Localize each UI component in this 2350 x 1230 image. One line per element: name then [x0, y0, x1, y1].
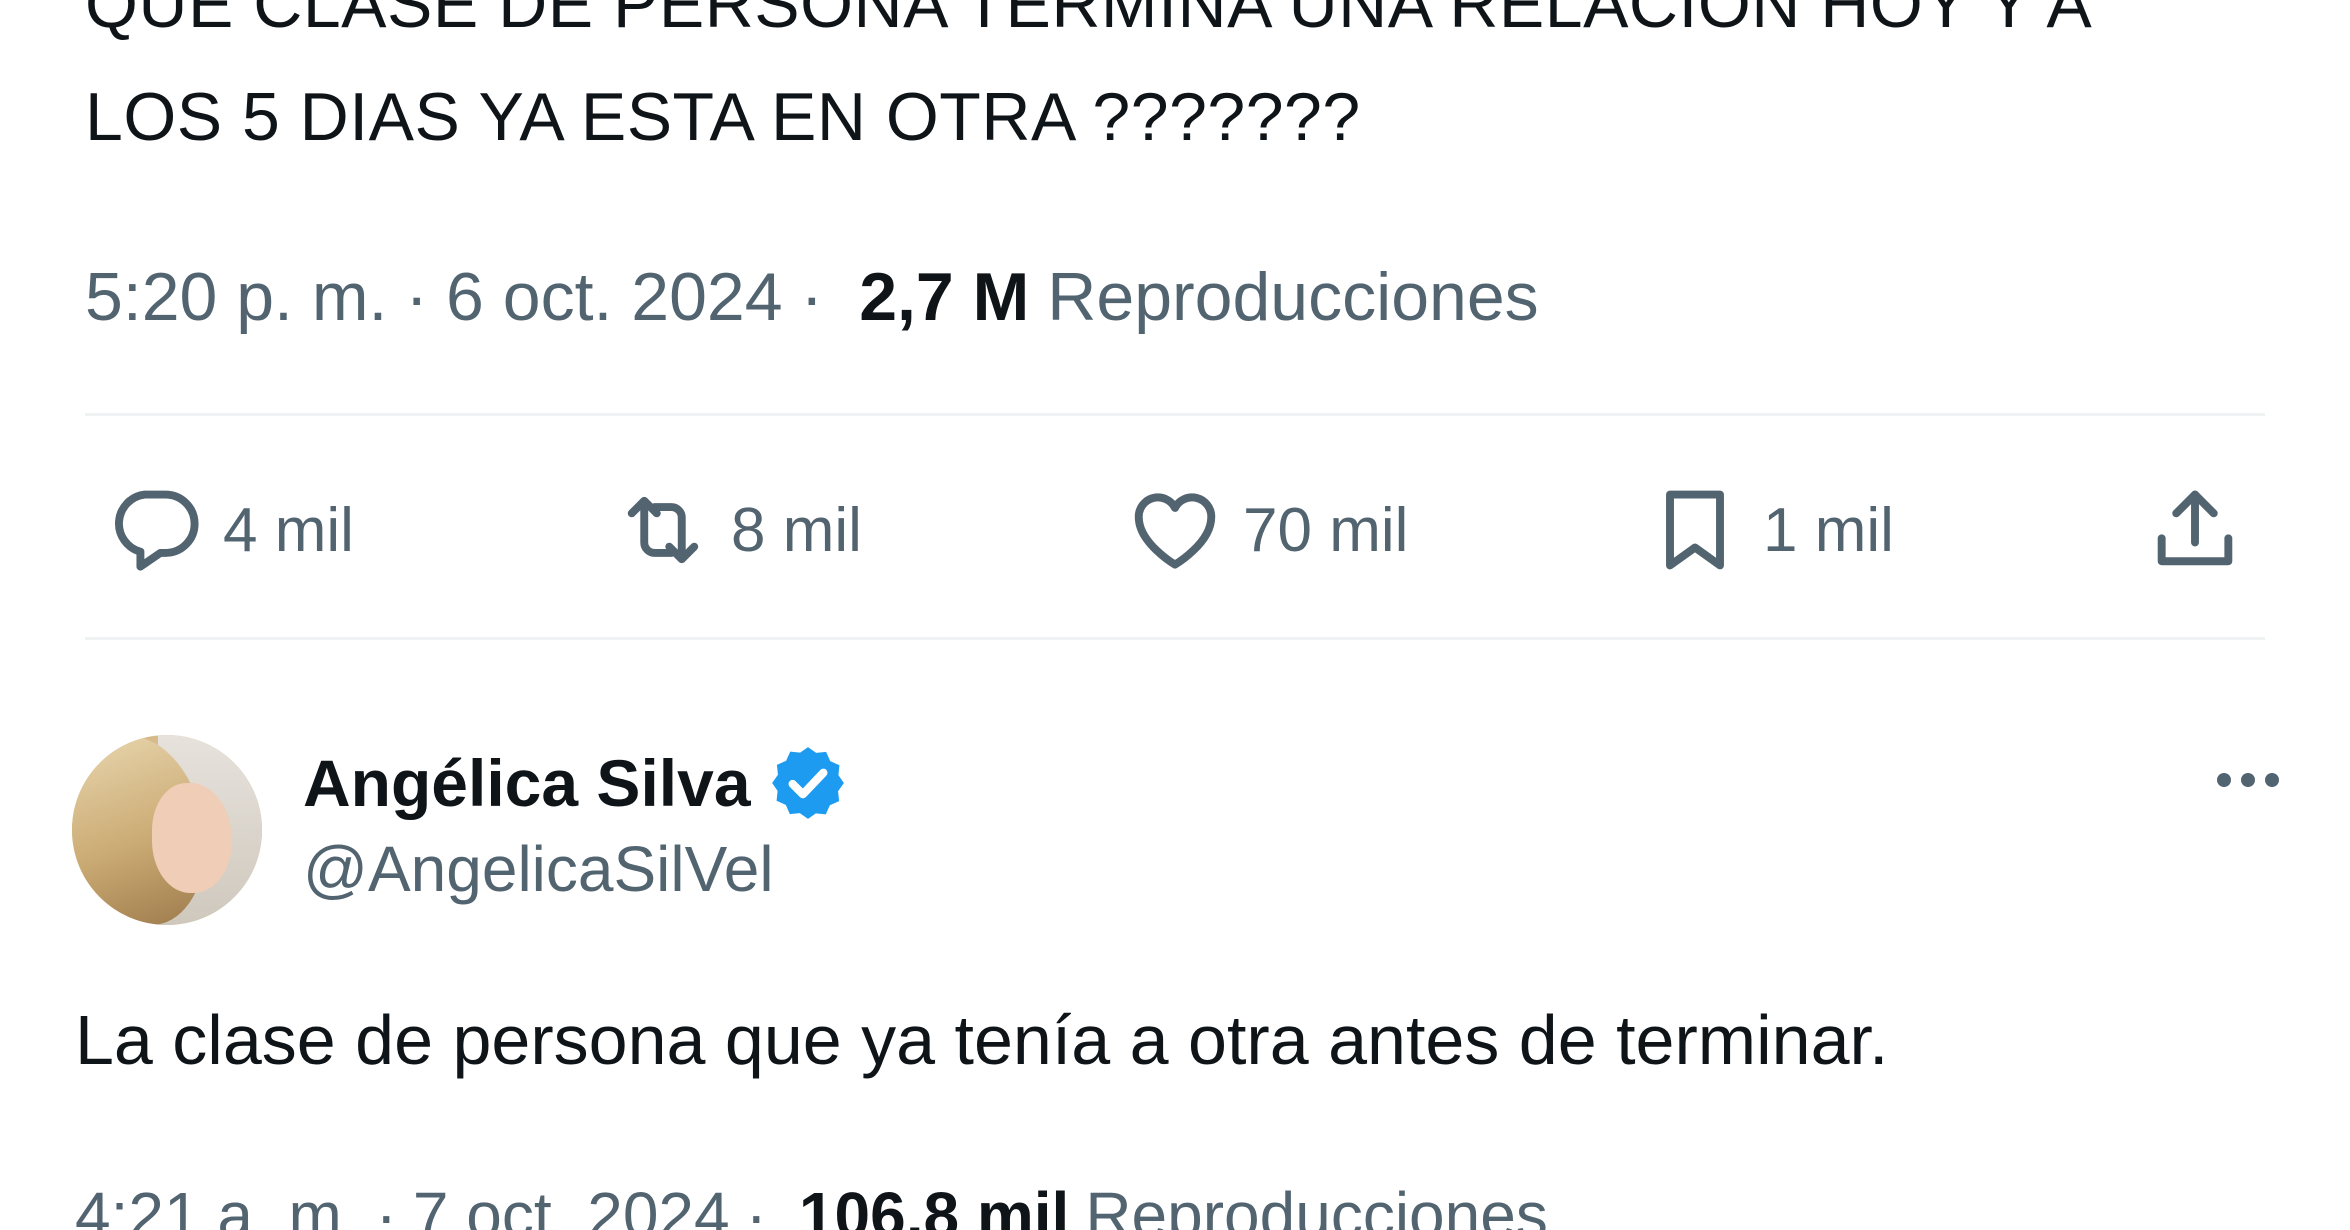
tweet-text-line-2: LOS 5 DIAS YA ESTA EN OTRA ??????? [85, 79, 1361, 155]
bookmark-count: 1 mil [1763, 495, 1894, 565]
like-button[interactable]: 70 mil [1125, 460, 1408, 600]
like-count: 70 mil [1243, 495, 1409, 565]
original-tweet-meta: 5:20 p. m. · 6 oct. 2024 · 2,7 M Reprodu… [85, 252, 1539, 342]
tweet-time[interactable]: 5:20 p. m. [85, 258, 387, 336]
dot-icon [2217, 773, 2231, 787]
repost-icon [627, 496, 699, 564]
meta-separator: · [800, 259, 824, 335]
avatar-face [152, 783, 232, 893]
meta-separator: · [405, 259, 429, 335]
heart-icon [1134, 493, 1216, 569]
tweet-thread: QUE CLASE DE PERSONA TERMINA UNA RELACIO… [0, 0, 2350, 1230]
share-icon [2157, 490, 2233, 566]
meta-separator: · [745, 1179, 767, 1230]
tweet-date[interactable]: 7 oct. 2024 [413, 1178, 730, 1230]
tweet-text-line-1: QUE CLASE DE PERSONA TERMINA UNA RELACIO… [85, 0, 2093, 42]
views-label: Reproducciones [1085, 1179, 1548, 1230]
divider [85, 413, 2265, 416]
bookmark-icon [1666, 490, 1724, 570]
tweet-time[interactable]: 4:21 a. m. [75, 1178, 360, 1230]
more-options-button[interactable] [2198, 745, 2298, 815]
verified-badge-icon[interactable] [767, 742, 849, 824]
views-count: 2,7 M [859, 259, 1030, 335]
meta-separator: · [375, 1179, 397, 1230]
reply-icon [115, 490, 199, 571]
reply-count: 4 mil [223, 495, 354, 565]
share-button[interactable] [2145, 460, 2263, 600]
author-row: Angélica Silva [303, 738, 849, 828]
reply-button[interactable]: 4 mil [105, 460, 354, 600]
avatar[interactable] [72, 735, 262, 925]
dot-icon [2265, 773, 2279, 787]
author-handle[interactable]: @AngelicaSilVel [303, 832, 774, 906]
dot-icon [2241, 773, 2255, 787]
views-label: Reproducciones [1047, 259, 1539, 335]
tweet-date[interactable]: 6 oct. 2024 [446, 258, 782, 336]
views-count: 106,8 mil [798, 1179, 1070, 1230]
reply-tweet-text: La clase de persona que ya tenía a otra … [75, 1001, 1889, 1079]
tweet-actions-bar: 4 mil 8 mil 70 mil 1 mil [85, 460, 2265, 600]
original-tweet-text: QUE CLASE DE PERSONA TERMINA UNA RELACIO… [85, 0, 2285, 174]
reply-tweet-meta: 4:21 a. m. · 7 oct. 2024 · 106,8 mil Rep… [75, 1170, 1548, 1230]
repost-button[interactable]: 8 mil [613, 460, 862, 600]
author-name[interactable]: Angélica Silva [303, 745, 751, 821]
divider [85, 637, 2265, 640]
bookmark-button[interactable]: 1 mil [1645, 460, 1894, 600]
repost-count: 8 mil [731, 495, 862, 565]
